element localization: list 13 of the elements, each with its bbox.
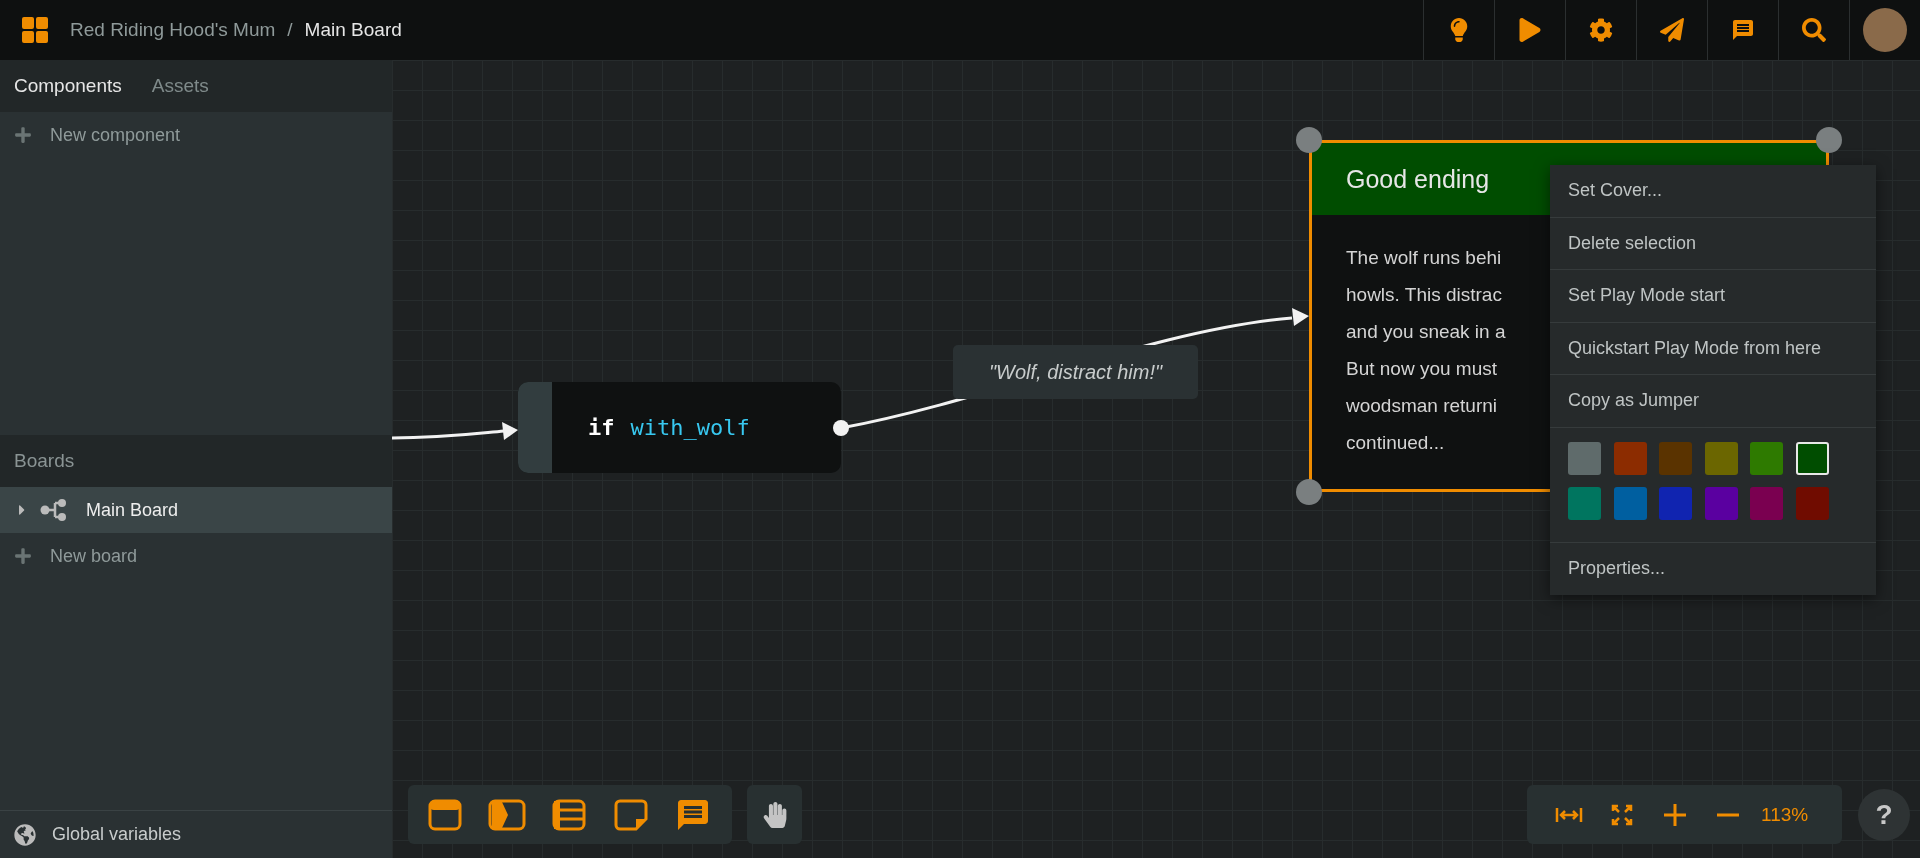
card-text: But now you must [1346,357,1498,381]
card-text: The wolf runs behi [1346,246,1502,270]
section-header: Boards [14,450,75,472]
breadcrumb-separator: / [287,19,293,41]
card-title: Good ending [1346,164,1490,194]
zoom-level: 113% [1760,803,1810,826]
card-text: continued... [1346,431,1445,455]
card-text: and you sneak in a [1346,320,1506,344]
card-text: howls. This distrac [1346,283,1502,307]
condition-keyword: if [588,415,615,440]
condition-variable: with_wolf [630,415,750,440]
breadcrumb-item: Main Board [304,19,402,41]
card-text: woodsman returni [1346,394,1498,418]
